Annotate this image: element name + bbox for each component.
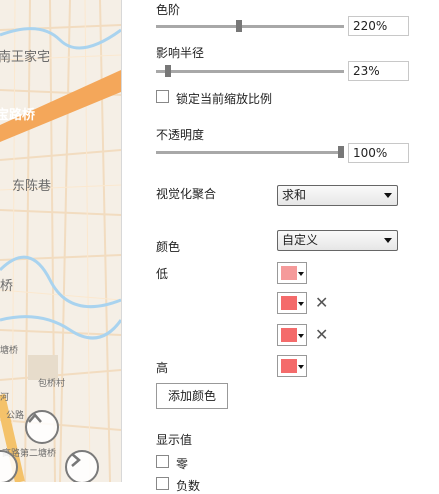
radius-label: 影响半径: [156, 46, 205, 60]
remove-color-icon[interactable]: ✕: [315, 295, 328, 311]
color-scheme-select[interactable]: 自定义: [277, 230, 398, 251]
color-scheme-selected: 自定义: [282, 233, 319, 247]
display-values-label: 显示值: [156, 433, 193, 447]
map-label: 东陈巷: [12, 179, 52, 194]
map-label: 塘桥: [0, 346, 19, 356]
pan-up-button[interactable]: [25, 410, 59, 444]
zero-label: 零: [176, 457, 189, 471]
aggregation-selected: 求和: [282, 188, 307, 202]
color-swatch-low[interactable]: [277, 262, 307, 284]
high-color-label: 高: [156, 361, 169, 375]
radius-slider[interactable]: [156, 70, 344, 73]
dropdown-arrow-icon: [298, 334, 304, 338]
opacity-input[interactable]: 100%: [348, 143, 409, 163]
color-swatch-high[interactable]: [277, 355, 307, 377]
extra-checkbox[interactable]: [156, 477, 169, 490]
opacity-label: 不透明度: [156, 128, 205, 142]
color-fill: [281, 296, 297, 310]
road-label: 宝路桥: [0, 108, 36, 123]
dropdown-arrow-icon: [384, 193, 392, 198]
map-label: 桥: [0, 279, 14, 294]
dropdown-arrow-icon: [384, 238, 392, 243]
aggregation-select[interactable]: 求和: [277, 185, 398, 206]
chevron-left-icon: [0, 452, 2, 468]
color-fill: [281, 328, 297, 342]
map-label: 包桥村: [38, 379, 66, 389]
chevron-up-icon: [28, 413, 42, 423]
color-swatch-2[interactable]: [277, 292, 307, 314]
add-color-button[interactable]: 添加颜色: [156, 383, 228, 409]
radius-slider-thumb[interactable]: [165, 65, 172, 77]
aggregation-label: 视觉化聚合: [156, 187, 217, 201]
color-label: 颜色: [156, 240, 181, 254]
map-label: 河: [0, 393, 10, 403]
low-color-label: 低: [156, 267, 169, 281]
pan-right-button[interactable]: [65, 450, 99, 482]
map-label: 公路: [6, 411, 25, 421]
extra-label: 负数: [176, 479, 201, 493]
chevron-right-icon: [71, 453, 81, 467]
level-input[interactable]: 220%: [348, 16, 409, 36]
lock-scale-label: 锁定当前缩放比例: [176, 92, 273, 106]
dropdown-arrow-icon: [298, 272, 304, 276]
level-label: 色阶: [156, 3, 181, 17]
remove-color-icon[interactable]: ✕: [315, 327, 328, 343]
settings-panel: 色阶 220% 影响半径 23% 锁定当前缩放比例 不透明度 100% 视觉化聚…: [121, 0, 439, 493]
color-fill: [281, 266, 297, 280]
color-fill: [281, 359, 297, 373]
radius-input[interactable]: 23%: [348, 61, 409, 81]
lock-scale-checkbox[interactable]: [156, 90, 169, 103]
opacity-slider[interactable]: [156, 151, 344, 154]
opacity-slider-thumb[interactable]: [338, 146, 344, 158]
level-slider-thumb[interactable]: [236, 20, 243, 32]
dropdown-arrow-icon: [298, 365, 304, 369]
level-slider[interactable]: [156, 25, 344, 28]
dropdown-arrow-icon: [298, 302, 304, 306]
zero-checkbox[interactable]: [156, 455, 169, 468]
map-label: 南王家宅: [0, 50, 51, 65]
map-view[interactable]: 南王家宅 宝路桥 东陈巷 桥 塘桥 包桥村 高路第二塘桥 河 公路: [0, 0, 121, 482]
color-swatch-3[interactable]: [277, 324, 307, 346]
